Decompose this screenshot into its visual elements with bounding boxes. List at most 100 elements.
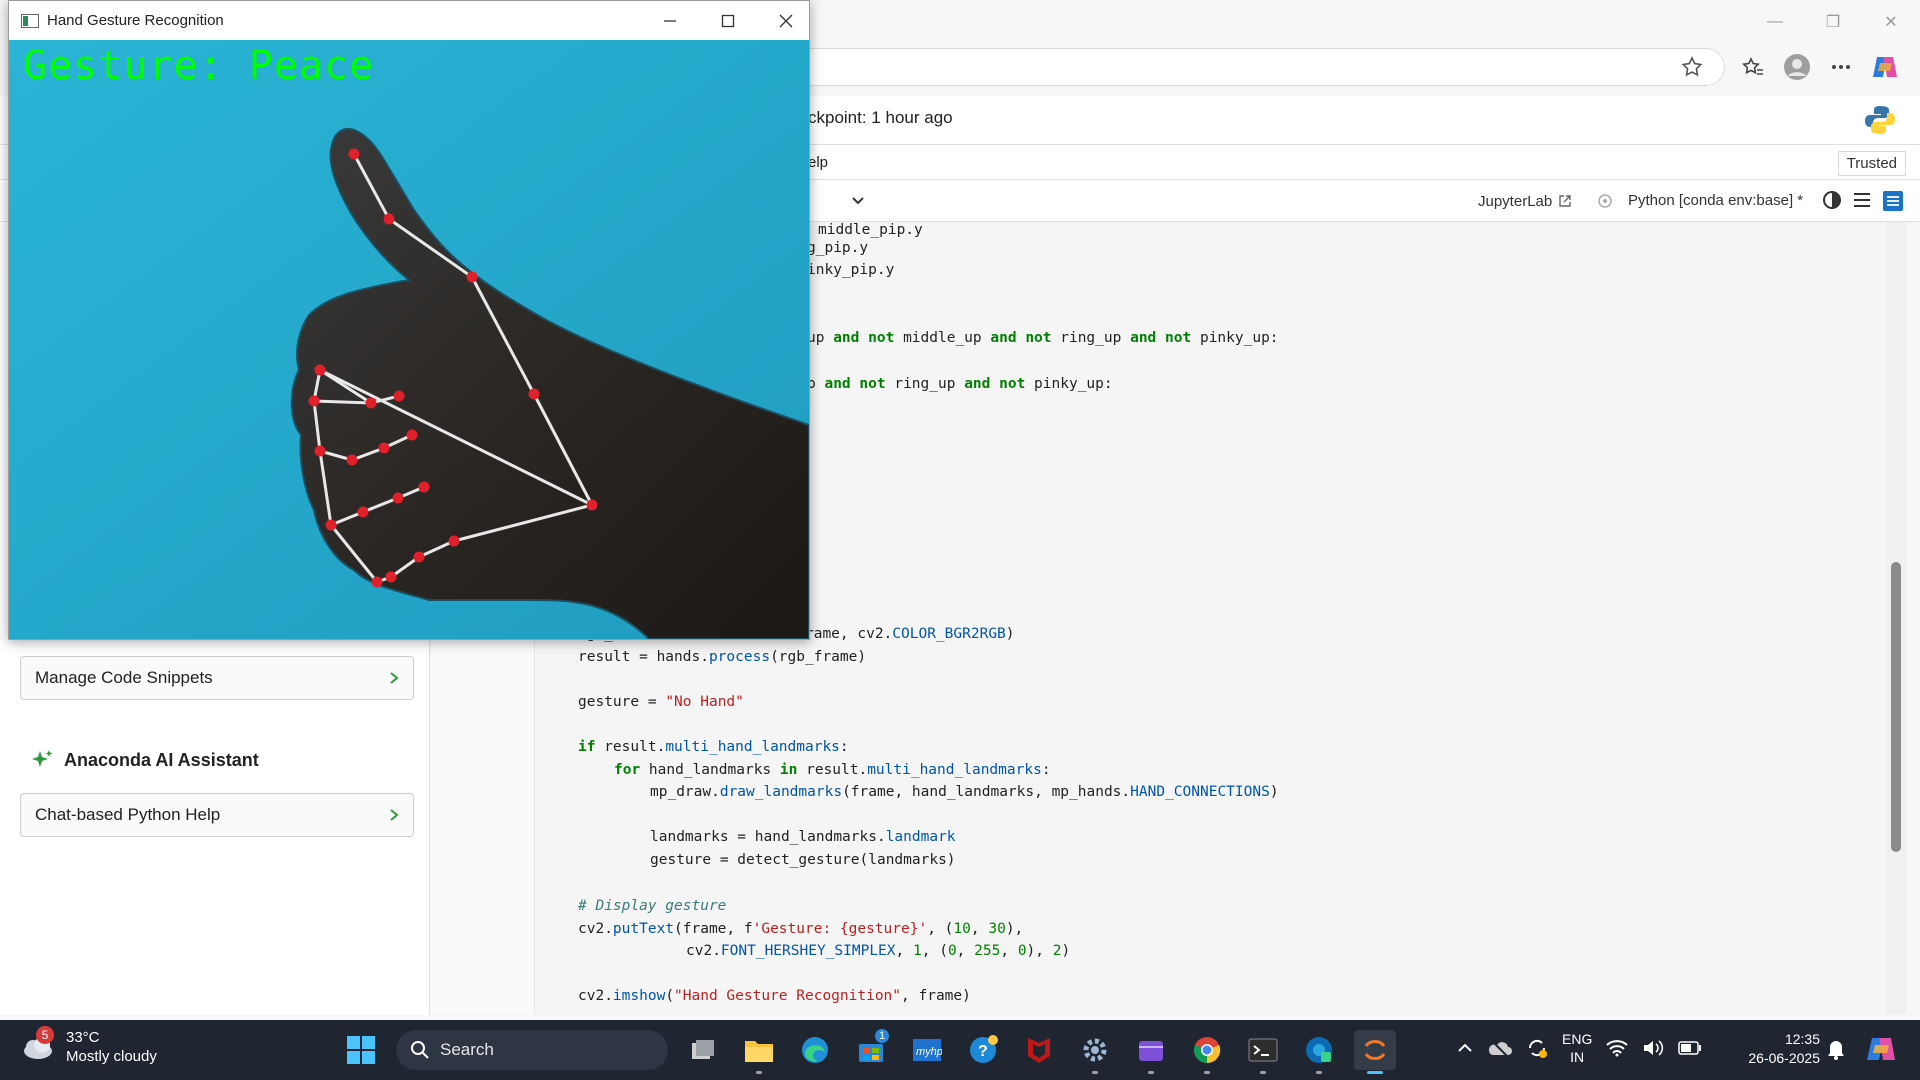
close-icon[interactable]: [757, 1, 815, 40]
manage-code-snippets-button[interactable]: Manage Code Snippets: [20, 656, 414, 700]
code-line: p and not ring_up and not pinky_up:: [807, 376, 1113, 392]
landmark-point: [378, 442, 390, 454]
python-logo-icon: [1865, 106, 1895, 134]
trusted-badge[interactable]: Trusted: [1837, 151, 1906, 176]
open-jupyterlab-link[interactable]: JupyterLab: [1478, 192, 1614, 210]
minimize-icon[interactable]: [641, 1, 699, 40]
copilot-taskbar-icon[interactable]: [1864, 1032, 1898, 1066]
task-view-icon[interactable]: [682, 1030, 724, 1070]
landmark-point: [357, 506, 369, 518]
opencv-window: Hand Gesture Recognition Gesture: Peace: [8, 0, 810, 640]
edge-dev-icon[interactable]: [1298, 1030, 1340, 1074]
help-icon[interactable]: ?: [962, 1030, 1004, 1070]
kernel-label: Python [conda env:base] *: [1628, 192, 1804, 209]
code-line: cv2.putText(frame, f'Gesture: {gesture}'…: [578, 921, 1024, 937]
landmark-point: [466, 271, 478, 283]
chat-python-help-button[interactable]: Chat-based Python Help: [20, 793, 414, 837]
weather-widget[interactable]: 5 33°C Mostly cloudy: [20, 1026, 157, 1066]
myhp-icon[interactable]: myhp: [906, 1030, 948, 1070]
landmark-point: [528, 388, 540, 400]
copilot-icon[interactable]: [1870, 52, 1900, 82]
landmark-point: [308, 395, 320, 407]
bug-icon[interactable]: [1596, 192, 1614, 210]
wifi-icon[interactable]: [1606, 1039, 1629, 1057]
svg-text:myhp: myhp: [916, 1046, 942, 1058]
landmark-point: [314, 445, 326, 457]
search-placeholder: Search: [440, 1040, 494, 1059]
code-line: cv2.FONT_HERSHEY_SIMPLEX, 1, (0, 255, 0)…: [686, 943, 1071, 959]
menu-help[interactable]: elp: [808, 154, 828, 171]
store-badge: 1: [874, 1028, 890, 1044]
ai-assistant-heading: Anaconda AI Assistant: [30, 748, 259, 772]
taskbar: 5 33°C Mostly cloudy Search 1 myhp ? ENG…: [0, 1020, 1920, 1080]
opencv-window-title: Hand Gesture Recognition: [47, 12, 224, 29]
kernel-status-icon: [1823, 191, 1841, 209]
svg-text:?: ?: [978, 1043, 988, 1060]
lang-top: ENG: [1562, 1031, 1593, 1047]
clock[interactable]: 12:35 26-06-2025: [1738, 1030, 1820, 1068]
code-line: landmarks = hand_landmarks.landmark: [650, 829, 956, 845]
favorites-icon[interactable]: [1738, 52, 1768, 82]
menu-icon[interactable]: [1852, 190, 1872, 210]
minimize-icon[interactable]: —: [1746, 0, 1804, 44]
restore-icon[interactable]: ❐: [1804, 0, 1862, 44]
chevron-right-icon: [390, 672, 399, 684]
landmark-connection: [313, 399, 372, 405]
landmark-point: [413, 551, 425, 563]
store-icon[interactable]: 1: [850, 1028, 892, 1070]
landmark-point: [346, 454, 358, 466]
chevron-up-icon[interactable]: [1456, 1039, 1474, 1057]
weather-desc: Mostly cloudy: [66, 1048, 157, 1065]
bell-icon[interactable]: [1826, 1039, 1846, 1061]
gesture-overlay-text: Gesture: Peace: [23, 43, 375, 89]
landmark-point: [348, 148, 360, 160]
taskbar-search-box[interactable]: Search: [396, 1030, 668, 1070]
maximize-icon[interactable]: [699, 1, 757, 40]
camera-image: [9, 40, 809, 639]
battery-icon[interactable]: [1678, 1041, 1702, 1055]
onedrive-icon[interactable]: [1488, 1039, 1512, 1057]
manage-snippets-label: Manage Code Snippets: [35, 668, 213, 687]
landmark-point: [392, 492, 404, 504]
landmark-point: [325, 519, 337, 531]
clock-time: 12:35: [1784, 1031, 1820, 1047]
language-indicator[interactable]: ENG IN: [1562, 1030, 1592, 1066]
profile-icon[interactable]: [1782, 52, 1812, 82]
chrome-icon[interactable]: [1186, 1030, 1228, 1074]
landmark-point: [365, 397, 377, 409]
clipchamp-icon[interactable]: [1130, 1030, 1172, 1074]
settings-icon[interactable]: [1074, 1030, 1116, 1074]
star-icon[interactable]: [1680, 55, 1704, 79]
weather-icon: 5: [20, 1026, 56, 1065]
code-line: if result.multi_hand_landmarks:: [578, 739, 849, 755]
landmark-point: [393, 390, 405, 402]
code-line: middle_pip.y: [818, 222, 923, 238]
sync-icon[interactable]: [1526, 1037, 1548, 1059]
clock-date: 26-06-2025: [1748, 1050, 1820, 1066]
kernel-selector[interactable]: Python [conda env:base] *: [1628, 192, 1803, 209]
weather-badge: 5: [36, 1026, 54, 1044]
camera-frame: Gesture: Peace: [9, 40, 809, 639]
mcafee-icon[interactable]: [1018, 1030, 1060, 1070]
volume-icon[interactable]: [1642, 1039, 1664, 1057]
terminal-icon[interactable]: [1242, 1030, 1284, 1074]
edge-icon[interactable]: [794, 1030, 836, 1070]
landmark-point: [314, 364, 326, 376]
ai-assistant-title: Anaconda AI Assistant: [64, 749, 259, 770]
address-bar[interactable]: [780, 48, 1725, 86]
code-comment: # Display gesture: [578, 898, 727, 914]
code-line: up and not middle_up and not ring_up and…: [807, 330, 1279, 346]
more-icon[interactable]: [1826, 52, 1856, 82]
opencv-titlebar[interactable]: Hand Gesture Recognition: [9, 1, 809, 40]
search-icon: [411, 1041, 429, 1059]
scrollbar-thumb[interactable]: [1891, 562, 1901, 852]
jupyter-icon[interactable]: [1354, 1030, 1396, 1074]
vertical-scrollbar[interactable]: [1886, 222, 1906, 1015]
file-explorer-icon[interactable]: [738, 1030, 780, 1074]
code-line: inky_pip.y: [807, 262, 895, 278]
chevron-down-icon[interactable]: [850, 193, 866, 209]
code-line: g_pip.y: [807, 240, 869, 256]
sidebar-icon[interactable]: [1882, 190, 1904, 212]
close-icon[interactable]: ✕: [1862, 0, 1920, 44]
windows-start-icon[interactable]: [340, 1030, 382, 1070]
